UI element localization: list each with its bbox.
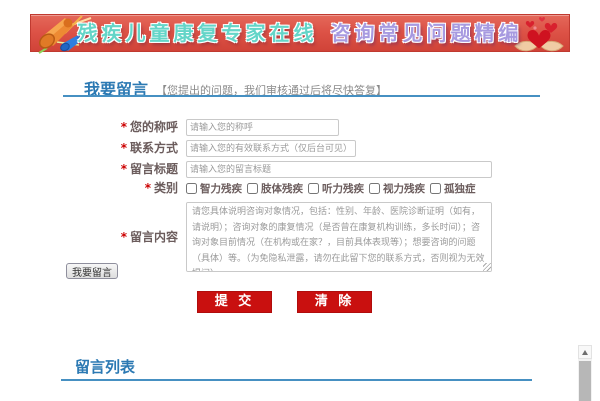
required-marker: * xyxy=(145,181,151,195)
contact-label: *联系方式 xyxy=(0,140,186,157)
clear-button[interactable]: 清 除 xyxy=(297,291,372,313)
field-label-contact: 联系方式 xyxy=(130,141,178,155)
form-row-name: *您的称呼 xyxy=(0,119,339,136)
scrollbar-up-arrow-icon xyxy=(582,350,588,355)
message-list-section-header: 留言列表 xyxy=(75,356,135,377)
content-label: *留言内容 xyxy=(0,229,186,246)
category-checkbox-intellectual[interactable] xyxy=(186,183,197,194)
banner-title-part1: 残疾儿童康复专家在线 xyxy=(78,21,318,45)
required-marker: * xyxy=(121,141,127,155)
form-row-title: *留言标题 xyxy=(0,161,492,178)
field-label-content: 留言内容 xyxy=(130,230,178,244)
field-label-title: 留言标题 xyxy=(130,162,178,176)
required-marker: * xyxy=(121,162,127,176)
category-option-physical[interactable]: 肢体残疾 xyxy=(247,181,303,196)
category-option-hearing[interactable]: 听力残疾 xyxy=(308,181,364,196)
category-options: 智力残疾 肢体残疾 听力残疾 视力残疾 孤独症 xyxy=(186,181,481,196)
contact-input[interactable] xyxy=(186,140,356,157)
scrollbar-thumb[interactable] xyxy=(579,361,591,401)
textarea-resize-handle[interactable] xyxy=(483,263,491,271)
section-title-message-list: 留言列表 xyxy=(75,356,135,377)
form-row-contact: *联系方式 xyxy=(0,140,356,157)
scrollbar-up-button[interactable] xyxy=(578,345,592,359)
message-title-input[interactable] xyxy=(186,161,492,178)
category-checkbox-visual[interactable] xyxy=(369,183,380,194)
form-row-category: *类别 智力残疾 肢体残疾 听力残疾 视力残疾 孤独症 xyxy=(0,181,481,196)
section-divider-bottom xyxy=(61,379,532,381)
category-option-label: 听力残疾 xyxy=(322,181,364,196)
page: 残疾儿童康复专家在线 咨询常见问题精编 我要留言 【您提出的问题，我们审核通过后… xyxy=(0,0,600,401)
category-checkbox-hearing[interactable] xyxy=(308,183,319,194)
category-option-label: 肢体残疾 xyxy=(261,181,303,196)
field-label-name: 您的称呼 xyxy=(130,120,178,134)
leave-message-button[interactable]: 我要留言 xyxy=(66,263,118,279)
category-option-label: 智力残疾 xyxy=(200,181,242,196)
category-option-intellectual[interactable]: 智力残疾 xyxy=(186,181,242,196)
form-row-content: *留言内容 xyxy=(0,202,492,272)
title-label: *留言标题 xyxy=(0,161,186,178)
vertical-scrollbar[interactable] xyxy=(578,345,592,401)
name-input[interactable] xyxy=(186,119,339,136)
field-label-category: 类别 xyxy=(154,181,178,195)
category-option-label: 视力残疾 xyxy=(383,181,425,196)
name-label: *您的称呼 xyxy=(0,119,186,136)
banner-title-part2: 咨询常见问题精编 xyxy=(330,21,522,45)
category-checkbox-autism[interactable] xyxy=(430,183,441,194)
banner-title: 残疾儿童康复专家在线 咨询常见问题精编 xyxy=(78,14,523,52)
message-content-textarea[interactable] xyxy=(186,202,492,272)
required-marker: * xyxy=(121,230,127,244)
category-option-label: 孤独症 xyxy=(444,181,476,196)
category-label: *类别 xyxy=(0,180,186,197)
category-checkbox-physical[interactable] xyxy=(247,183,258,194)
required-marker: * xyxy=(121,120,127,134)
banner: 残疾儿童康复专家在线 咨询常见问题精编 xyxy=(30,14,570,52)
submit-button[interactable]: 提 交 xyxy=(197,291,272,313)
section-divider-top xyxy=(63,95,540,97)
category-option-autism[interactable]: 孤独症 xyxy=(430,181,476,196)
category-option-visual[interactable]: 视力残疾 xyxy=(369,181,425,196)
